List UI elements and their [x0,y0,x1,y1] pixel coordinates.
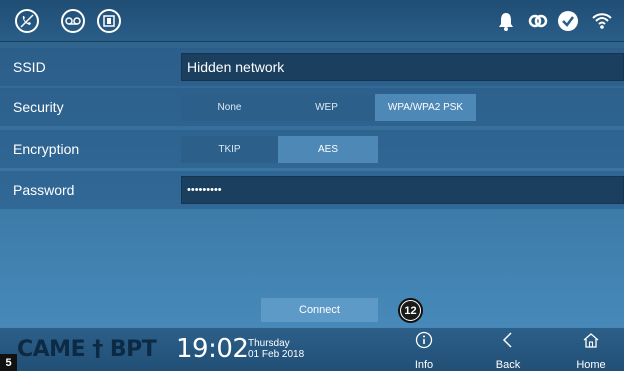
intercom-screen: SSID Hidden network Security None WEP WP… [0,0,624,371]
security-option-none[interactable]: None [181,94,278,121]
mute-call-icon[interactable] [15,9,39,33]
home-label: Home [576,359,606,371]
encryption-option-aes[interactable]: AES [278,136,378,163]
page-number: 5 [0,354,17,371]
encryption-row: Encryption TKIP AES [0,130,624,168]
back-icon [483,331,533,351]
callout-number: 12 [401,301,420,320]
security-label: Security [13,99,64,115]
home-button[interactable]: Home [566,331,616,371]
bell-icon [495,10,517,32]
connect-button[interactable]: Connect [261,298,378,322]
link-icon [527,10,549,32]
ssid-label: SSID [13,59,46,75]
ssid-row: SSID Hidden network [0,48,624,86]
bottom-bar: CAME † BPT 19:02 Thursday 01 Feb 2018 In… [0,327,624,371]
home-icon [566,331,616,351]
encryption-option-tkip[interactable]: TKIP [181,136,278,163]
security-option-wep[interactable]: WEP [278,94,375,121]
voicemail-icon[interactable] [61,9,85,33]
encryption-label: Encryption [13,141,80,157]
ssid-input[interactable]: Hidden network [181,53,624,81]
check-icon [557,10,579,32]
security-option-wpa[interactable]: WPA/WPA2 PSK [375,94,476,121]
clock-time: 19:02 [176,334,249,364]
door-open-icon[interactable] [97,9,121,33]
clock-day: Thursday [248,338,290,349]
info-button[interactable]: Info [399,331,449,371]
security-row: Security None WEP WPA/WPA2 PSK [0,88,624,126]
clock-date: 01 Feb 2018 [248,349,305,360]
info-icon [399,331,449,351]
wifi-icon [591,10,613,32]
brand-logo: CAME † BPT [17,337,157,362]
back-label: Back [495,359,521,371]
callout-marker: 12 [398,298,423,323]
back-button[interactable]: Back [483,331,533,371]
password-input[interactable]: ••••••••• [181,176,624,204]
password-label: Password [13,182,75,198]
info-label: Info [414,359,434,371]
password-row: Password ••••••••• [0,171,624,209]
status-bar [0,0,624,42]
